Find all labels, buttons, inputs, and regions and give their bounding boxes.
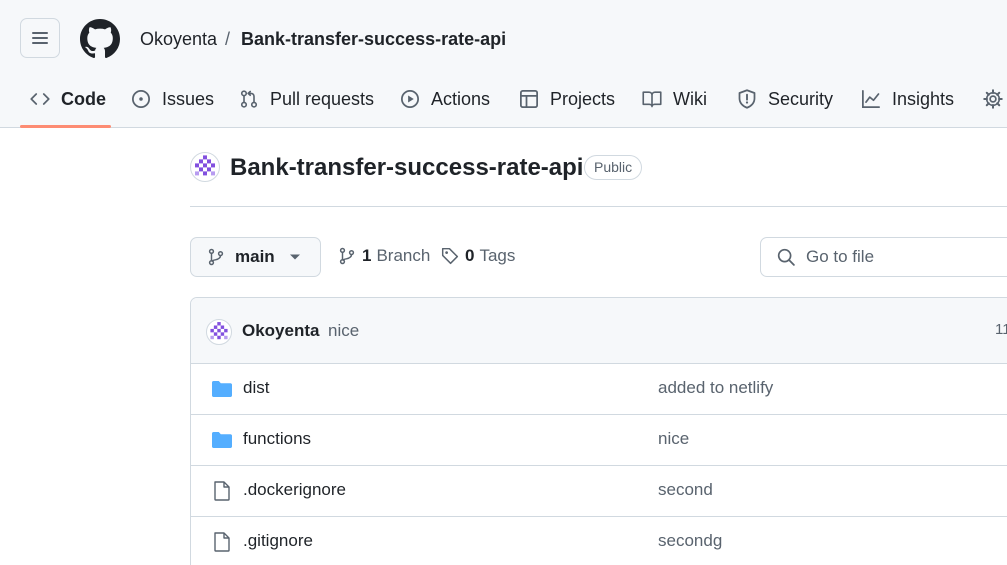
breadcrumb-separator: / — [225, 29, 231, 49]
repo-title[interactable]: Bank-transfer-success-rate-api — [230, 153, 583, 183]
issue-icon — [132, 90, 150, 108]
tab-security[interactable]: Security — [737, 78, 833, 120]
file-commit-message[interactable]: secondg — [658, 531, 722, 551]
graph-icon — [862, 90, 880, 108]
book-icon — [642, 91, 662, 108]
file-commit-message[interactable]: added to netlify — [658, 378, 773, 398]
list-item[interactable]: .dockerignore second — [191, 466, 1007, 517]
branch-label: Branch — [376, 246, 431, 265]
tab-settings[interactable] — [983, 78, 1007, 120]
table-icon — [520, 90, 538, 108]
folder-icon — [212, 381, 232, 397]
file-name[interactable]: functions — [243, 429, 311, 449]
active-tab-indicator — [20, 125, 111, 128]
file-commit-message[interactable]: nice — [658, 429, 689, 449]
file-name[interactable]: .gitignore — [243, 531, 313, 551]
branch-select-button[interactable]: main — [190, 237, 321, 277]
menu-button[interactable] — [20, 18, 60, 58]
divider — [190, 206, 1007, 207]
commit-time: 11 — [995, 321, 1007, 338]
caret-down-icon — [289, 254, 300, 260]
file-browser: Okoyenta nice 11 dist added to netlify f… — [190, 297, 1007, 565]
tag-icon — [441, 247, 459, 265]
file-icon — [214, 481, 230, 501]
tag-label: Tags — [479, 246, 516, 265]
branch-icon — [339, 247, 355, 265]
pull-request-icon — [240, 90, 258, 108]
tab-projects[interactable]: Projects — [519, 78, 615, 120]
branch-name: main — [235, 247, 275, 266]
tab-label: Actions — [431, 88, 491, 109]
tab-label: Pull requests — [270, 88, 375, 109]
tab-label: Projects — [550, 88, 616, 109]
tab-label: Security — [768, 88, 834, 109]
commit-author[interactable]: Okoyenta — [242, 321, 319, 341]
commit-message[interactable]: nice — [328, 321, 359, 341]
tags-link[interactable]: 0 Tags — [441, 246, 515, 266]
tab-insights[interactable]: Insights — [861, 78, 954, 120]
branch-icon — [208, 248, 224, 266]
gear-icon — [983, 89, 1003, 109]
branch-count: 1 — [362, 246, 372, 265]
github-logo-icon[interactable] — [80, 19, 120, 59]
shield-icon — [738, 89, 756, 109]
breadcrumb-owner[interactable]: Okoyenta — [140, 28, 217, 50]
list-item[interactable]: functions nice — [191, 415, 1007, 466]
code-icon — [30, 93, 50, 105]
hamburger-icon — [32, 32, 48, 44]
folder-icon — [212, 432, 232, 448]
visibility-badge: Public — [584, 155, 643, 180]
tab-issues[interactable]: Issues — [131, 78, 214, 120]
tab-pull-requests[interactable]: Pull requests — [239, 78, 374, 120]
repo-owner-avatar[interactable] — [190, 152, 220, 182]
play-icon — [401, 90, 419, 108]
go-to-file-input[interactable]: Go to file — [760, 237, 1007, 277]
identicon-icon — [195, 155, 215, 176]
tab-label: Issues — [162, 88, 215, 109]
file-name[interactable]: dist — [243, 378, 269, 398]
tab-label: Wiki — [673, 88, 707, 109]
file-icon — [214, 532, 230, 552]
tab-actions[interactable]: Actions — [400, 78, 490, 120]
file-name[interactable]: .dockerignore — [243, 480, 346, 500]
tab-wiki[interactable]: Wiki — [642, 78, 707, 120]
repo-nav-tabs: Code Issues Pull requests Actions Projec… — [0, 78, 1007, 128]
latest-commit-row: Okoyenta nice 11 — [191, 298, 1007, 364]
list-item[interactable]: .gitignore secondg — [191, 517, 1007, 565]
list-item[interactable]: dist added to netlify — [191, 364, 1007, 415]
search-icon — [777, 248, 795, 266]
avatar[interactable] — [206, 319, 232, 345]
go-to-file-placeholder: Go to file — [806, 247, 875, 266]
tab-label: Insights — [892, 88, 955, 109]
tab-label: Code — [61, 88, 106, 109]
breadcrumb-repo[interactable]: Bank-transfer-success-rate-api — [241, 28, 506, 50]
repo-header: Okoyenta / Bank-transfer-success-rate-ap… — [0, 0, 1007, 128]
tab-code[interactable]: Code — [30, 78, 106, 120]
tag-count: 0 — [465, 246, 475, 265]
file-commit-message[interactable]: second — [658, 480, 713, 500]
identicon-icon — [210, 322, 228, 340]
branches-link[interactable]: 1 Branch — [338, 246, 430, 266]
